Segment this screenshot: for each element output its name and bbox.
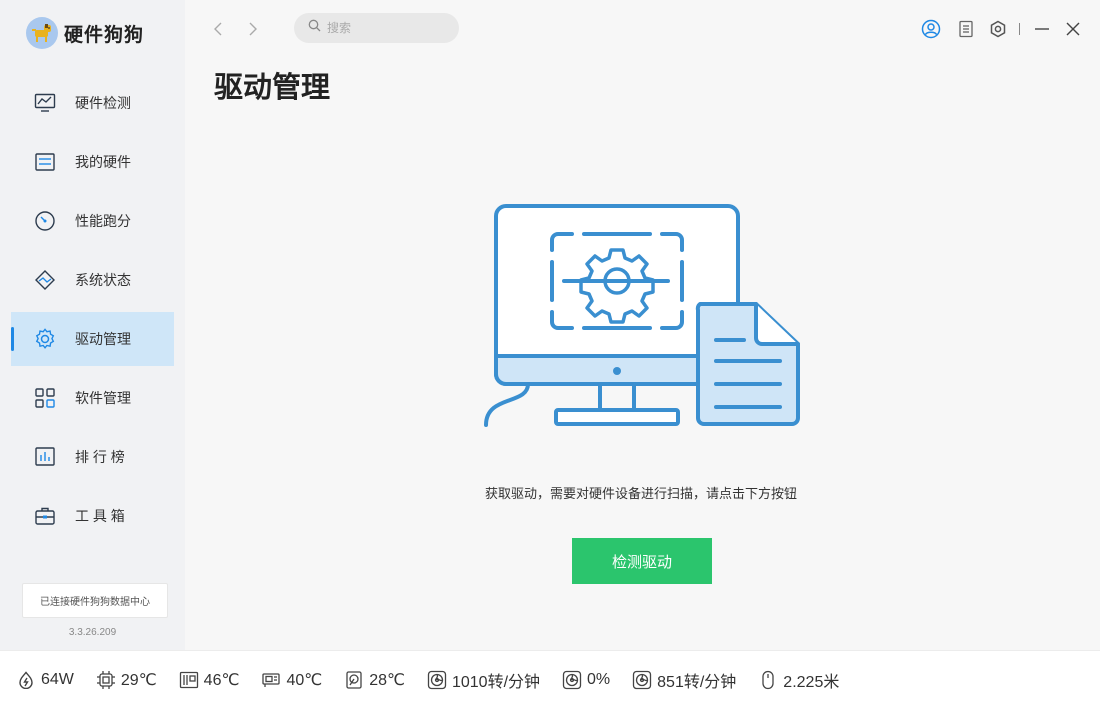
- mouse-distance-metric: 2.225米: [758, 668, 839, 692]
- notes-icon[interactable]: [955, 18, 977, 40]
- disk-temp-metric: 28℃: [344, 670, 405, 690]
- motherboard-temp-metric: 46℃: [179, 670, 240, 690]
- gpu-temp-metric: 40℃: [261, 670, 322, 690]
- fan-speed-2-metric: 851转/分钟: [632, 668, 736, 692]
- sidebar: 硬件狗狗 硬件检测 我的硬件 性能跑分 系统状态 驱动管理 软件管理 排 行 榜…: [0, 0, 185, 650]
- sidebar-item-label: 软件管理: [75, 390, 131, 406]
- mouse-distance-value: 2.225米: [783, 674, 840, 691]
- sidebar-item-label: 系统状态: [75, 272, 131, 288]
- sidebar-item-label: 硬件检测: [75, 95, 131, 111]
- speedometer-icon: [34, 210, 56, 232]
- brand: 硬件狗狗: [26, 17, 144, 49]
- dog-logo-icon: [26, 17, 58, 49]
- minimize-icon[interactable]: [1031, 18, 1053, 40]
- chip-board-icon: [34, 151, 56, 173]
- toolbox-icon: [34, 505, 56, 527]
- fan-speed-value: 1010转/分钟: [451, 674, 541, 691]
- fan-icon: [427, 670, 447, 690]
- page-title: 驱动管理: [214, 72, 331, 104]
- power-icon: [16, 670, 36, 690]
- gpu-temp-value: 40℃: [286, 672, 323, 689]
- settings-icon[interactable]: [987, 18, 1009, 40]
- detect-driver-button[interactable]: 检测驱动: [572, 538, 712, 584]
- toolbar-divider: [1019, 23, 1020, 35]
- disk-temp-value: 28℃: [369, 672, 405, 689]
- fan-percent-metric: 0%: [562, 670, 610, 690]
- app-name: 硬件狗狗: [64, 24, 145, 46]
- bar-chart-icon: [34, 446, 56, 468]
- disk-icon: [344, 670, 364, 690]
- sidebar-item-my-hardware[interactable]: 我的硬件: [11, 135, 174, 189]
- sidebar-item-hardware-detect[interactable]: 硬件检测: [11, 76, 174, 130]
- gear-icon: [34, 328, 56, 350]
- sidebar-item-driver-management[interactable]: 驱动管理: [11, 312, 174, 366]
- mouse-icon: [758, 670, 778, 690]
- sidebar-item-toolbox[interactable]: 工 具 箱: [11, 489, 174, 543]
- power-value: 64W: [41, 671, 74, 688]
- hardware-status-bar: 64W 29℃ 46℃ 40℃ 28℃ 1010转/分钟 0% 851转/分钟 …: [0, 650, 1100, 709]
- search-box[interactable]: [294, 13, 459, 43]
- sidebar-item-label: 排 行 榜: [75, 449, 125, 465]
- sidebar-item-benchmark[interactable]: 性能跑分: [11, 194, 174, 248]
- fan-percent-value: 0%: [587, 671, 611, 688]
- scan-hint-text: 获取驱动，需要对硬件设备进行扫描，请点击下方按钮: [484, 486, 797, 501]
- sidebar-item-ranking[interactable]: 排 行 榜: [11, 430, 174, 484]
- cpu-temp-metric: 29℃: [96, 670, 157, 690]
- fan-speed-metric: 1010转/分钟: [427, 668, 540, 692]
- monitor-chart-icon: [34, 92, 56, 114]
- search-input[interactable]: [327, 21, 447, 35]
- close-icon[interactable]: [1062, 18, 1084, 40]
- sidebar-item-label: 驱动管理: [75, 331, 131, 347]
- pulse-icon: [34, 269, 56, 291]
- version-label: 3.3.26.209: [68, 627, 117, 638]
- fan-speed-2-value: 851转/分钟: [657, 674, 737, 691]
- user-account-icon[interactable]: [920, 18, 942, 40]
- search-icon: [308, 19, 321, 37]
- motherboard-temp-value: 46℃: [203, 672, 240, 689]
- sidebar-item-software-management[interactable]: 软件管理: [11, 371, 174, 425]
- sidebar-nav: 硬件检测 我的硬件 性能跑分 系统状态 驱动管理 软件管理 排 行 榜 工 具 …: [11, 76, 174, 548]
- sidebar-item-system-status[interactable]: 系统状态: [11, 253, 174, 307]
- back-arrow-icon[interactable]: [210, 20, 226, 38]
- fan-icon: [562, 670, 582, 690]
- forward-arrow-icon[interactable]: [245, 20, 261, 38]
- apps-grid-icon: [34, 387, 56, 409]
- fan-icon: [632, 670, 652, 690]
- cpu-icon: [96, 670, 116, 690]
- power-metric: 64W: [16, 670, 74, 690]
- sidebar-item-label: 性能跑分: [75, 213, 131, 229]
- driver-scan-illustration: [480, 200, 810, 440]
- cpu-temp-value: 29℃: [120, 672, 157, 689]
- gpu-icon: [261, 670, 281, 690]
- sidebar-item-label: 工 具 箱: [75, 508, 125, 524]
- motherboard-icon: [179, 670, 199, 690]
- connection-status: 已连接硬件狗狗数据中心: [22, 583, 168, 618]
- sidebar-item-label: 我的硬件: [75, 154, 131, 170]
